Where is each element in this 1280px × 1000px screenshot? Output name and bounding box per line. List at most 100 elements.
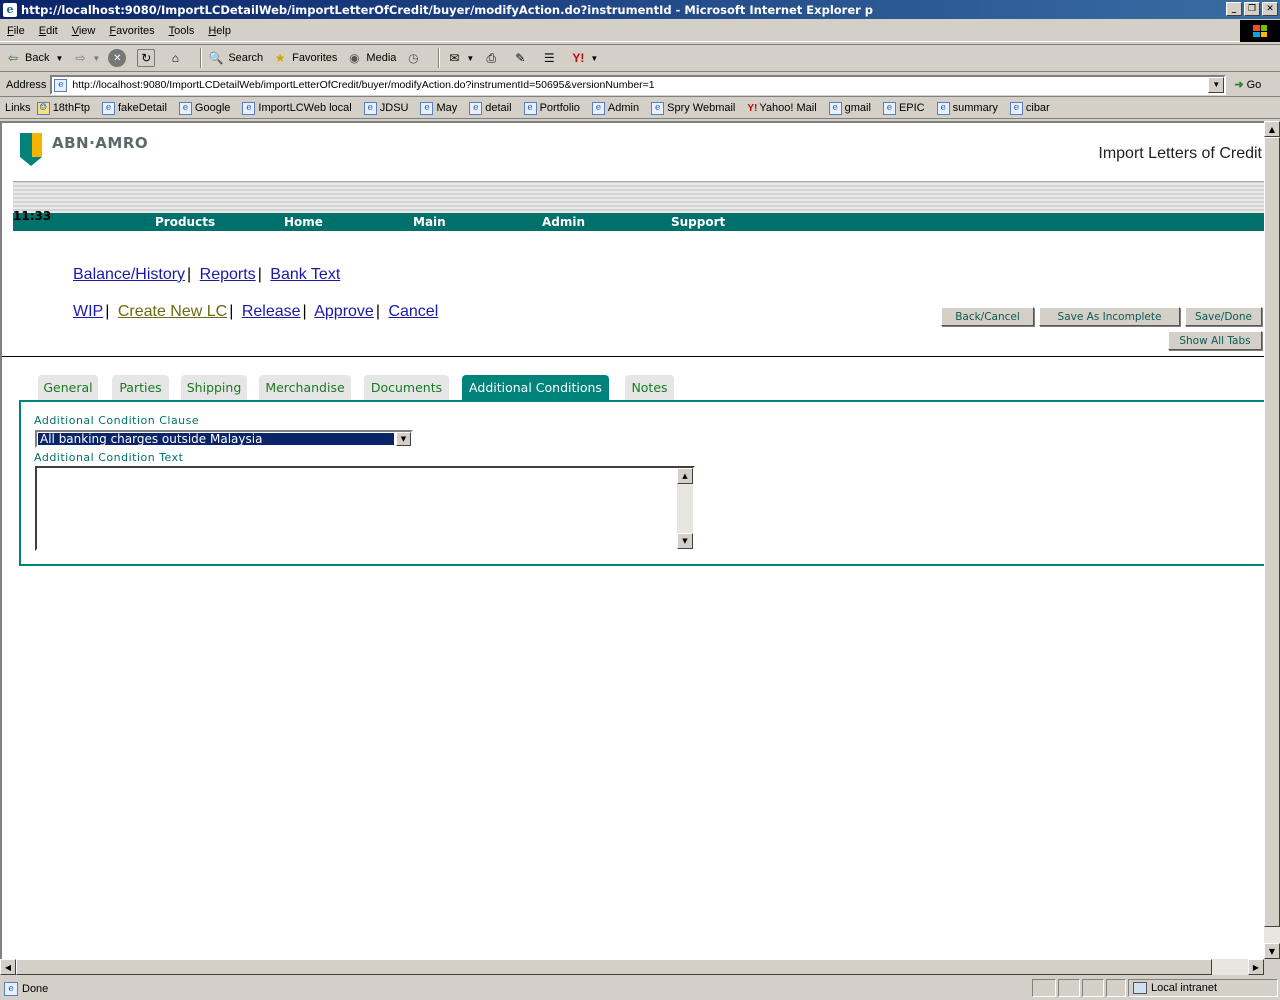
vertical-scrollbar[interactable]: ▲ ▼ bbox=[1264, 121, 1280, 959]
link-cancel[interactable]: Cancel bbox=[388, 303, 438, 320]
tab-parties[interactable]: Parties bbox=[112, 375, 169, 400]
print-button[interactable]: ⎙ bbox=[482, 49, 503, 67]
menu-tools[interactable]: Tools bbox=[162, 25, 202, 37]
nav-products[interactable]: Products bbox=[155, 215, 215, 229]
tab-shipping[interactable]: Shipping bbox=[181, 375, 247, 400]
menu-file[interactable]: File bbox=[0, 25, 32, 37]
show-all-tabs-button[interactable]: Show All Tabs bbox=[1168, 331, 1262, 350]
nav-main[interactable]: Main bbox=[413, 215, 446, 229]
menu-help[interactable]: Help bbox=[201, 25, 238, 37]
status-bar: e Done Local intranet bbox=[0, 977, 1280, 1000]
chevron-down-icon[interactable]: ▼ bbox=[396, 432, 411, 446]
media-icon: ◉ bbox=[349, 51, 360, 65]
link-admin[interactable]: e Admin bbox=[591, 101, 639, 115]
link-yahoo-mail[interactable]: Y! Yahoo! Mail bbox=[747, 102, 816, 114]
mail-dropdown-icon[interactable]: ▼ bbox=[466, 54, 474, 63]
link-wip[interactable]: WIP bbox=[73, 303, 103, 320]
link-page-icon: e bbox=[1009, 101, 1023, 115]
scroll-thumb[interactable] bbox=[1264, 137, 1280, 927]
link-approve[interactable]: Approve bbox=[314, 303, 374, 320]
link-release[interactable]: Release bbox=[242, 303, 301, 320]
link-18thftp[interactable]: ☺ 18thFtp bbox=[36, 101, 90, 115]
edit-button[interactable]: ✎ bbox=[511, 49, 532, 67]
link-detail[interactable]: e detail bbox=[469, 101, 512, 115]
link-page-icon: e bbox=[242, 101, 256, 115]
forward-button[interactable]: ⇨ ▼ bbox=[71, 49, 100, 67]
back-cancel-button[interactable]: Back/Cancel bbox=[941, 307, 1034, 326]
favorites-button[interactable]: ★ Favorites bbox=[271, 49, 338, 67]
condition-text-area[interactable]: ▲ ▼ bbox=[35, 466, 695, 551]
search-button[interactable]: 🔍 Search bbox=[207, 49, 263, 67]
back-dropdown-icon[interactable]: ▼ bbox=[55, 54, 63, 63]
restore-button[interactable]: ❐ bbox=[1244, 2, 1260, 16]
stop-button[interactable]: ✕ bbox=[108, 49, 129, 67]
link-create-new-lc[interactable]: Create New LC bbox=[118, 303, 227, 320]
go-button[interactable]: ➜ Go bbox=[1234, 78, 1261, 92]
nav-home[interactable]: Home bbox=[284, 215, 323, 229]
save-as-incomplete-button[interactable]: Save As Incomplete bbox=[1039, 307, 1180, 326]
horizontal-scrollbar[interactable]: ◀ ▶ bbox=[0, 959, 1264, 975]
tab-additional-conditions[interactable]: Additional Conditions bbox=[462, 375, 609, 400]
address-input[interactable]: e http://localhost:9080/ImportLCDetailWe… bbox=[50, 74, 1227, 95]
menu-favorites[interactable]: Favorites bbox=[102, 25, 161, 37]
scroll-left-icon[interactable]: ◀ bbox=[0, 959, 16, 975]
link-cibar[interactable]: e cibar bbox=[1009, 101, 1050, 115]
link-page-icon: e bbox=[178, 101, 192, 115]
scroll-up-icon[interactable]: ▲ bbox=[677, 468, 693, 484]
address-bar: Address e http://localhost:9080/ImportLC… bbox=[0, 73, 1280, 97]
tab-notes[interactable]: Notes bbox=[625, 375, 674, 400]
menu-view[interactable]: View bbox=[65, 25, 103, 37]
edit-icon: ✎ bbox=[515, 51, 526, 65]
link-epic[interactable]: e EPIC bbox=[882, 101, 925, 115]
media-button[interactable]: ◉ Media bbox=[345, 49, 396, 67]
scroll-down-icon[interactable]: ▼ bbox=[1264, 943, 1280, 959]
link-summary[interactable]: e summary bbox=[936, 101, 998, 115]
page-viewport: ABN·AMRO Import Letters of Credit 11:33 … bbox=[0, 121, 1264, 959]
menu-bar: File Edit View Favorites Tools Help bbox=[0, 20, 1280, 42]
scroll-right-icon[interactable]: ▶ bbox=[1248, 959, 1264, 975]
link-google[interactable]: e Google bbox=[178, 101, 230, 115]
menu-edit[interactable]: Edit bbox=[32, 25, 65, 37]
textarea-scrollbar[interactable]: ▲ ▼ bbox=[677, 468, 693, 549]
search-icon: 🔍 bbox=[208, 51, 224, 65]
discuss-button[interactable]: ☰ bbox=[540, 49, 561, 67]
tab-documents[interactable]: Documents bbox=[364, 375, 449, 400]
yahoo-dropdown-icon[interactable]: ▼ bbox=[590, 54, 598, 63]
link-bank-text[interactable]: Bank Text bbox=[270, 266, 340, 283]
home-button[interactable]: ⌂ bbox=[166, 49, 187, 67]
print-icon: ⎙ bbox=[486, 50, 497, 65]
link-may[interactable]: e May bbox=[420, 101, 457, 115]
forward-dropdown-icon[interactable]: ▼ bbox=[92, 54, 100, 63]
yahoo-button[interactable]: Y! ▼ bbox=[569, 49, 598, 67]
tab-general[interactable]: General bbox=[38, 375, 98, 400]
address-dropdown-icon[interactable]: ▼ bbox=[1208, 76, 1225, 93]
clause-select[interactable]: All banking charges outside Malaysia ▼ bbox=[35, 430, 413, 448]
scroll-up-icon[interactable]: ▲ bbox=[1264, 121, 1280, 137]
link-importlcweb-local[interactable]: e ImportLCWeb local bbox=[242, 101, 352, 115]
link-gmail[interactable]: e gmail bbox=[828, 101, 871, 115]
minimize-button[interactable]: _ bbox=[1226, 2, 1242, 16]
link-spry-webmail[interactable]: e Spry Webmail bbox=[651, 101, 735, 115]
ie-icon: e bbox=[3, 2, 17, 17]
mail-button[interactable]: ✉ ▼ bbox=[445, 49, 474, 67]
media-label: Media bbox=[366, 52, 397, 64]
refresh-button[interactable]: ↻ bbox=[137, 49, 158, 67]
intranet-zone-icon bbox=[1133, 982, 1147, 994]
nav-admin[interactable]: Admin bbox=[542, 215, 585, 229]
history-button[interactable]: ◷ bbox=[404, 49, 425, 67]
save-done-button[interactable]: Save/Done bbox=[1185, 307, 1262, 326]
status-cell bbox=[1058, 979, 1080, 997]
close-button[interactable]: ✕ bbox=[1262, 2, 1278, 16]
link-jdsu[interactable]: e JDSU bbox=[363, 101, 408, 115]
link-balance-history[interactable]: Balance/History bbox=[73, 266, 185, 283]
link-reports[interactable]: Reports bbox=[200, 266, 256, 283]
scroll-thumb[interactable] bbox=[16, 959, 1212, 975]
back-button[interactable]: ⇦ Back ▼ bbox=[4, 49, 63, 67]
nav-support[interactable]: Support bbox=[671, 215, 725, 229]
link-page-icon: ☺ bbox=[36, 101, 50, 115]
tab-merchandise[interactable]: Merchandise bbox=[259, 375, 351, 400]
secondary-links: Balance/History | Reports | Bank Text bbox=[73, 266, 341, 283]
scroll-down-icon[interactable]: ▼ bbox=[677, 533, 693, 549]
link-portfolio[interactable]: e Portfolio bbox=[523, 101, 580, 115]
link-fakedetail[interactable]: e fakeDetail bbox=[102, 101, 167, 115]
